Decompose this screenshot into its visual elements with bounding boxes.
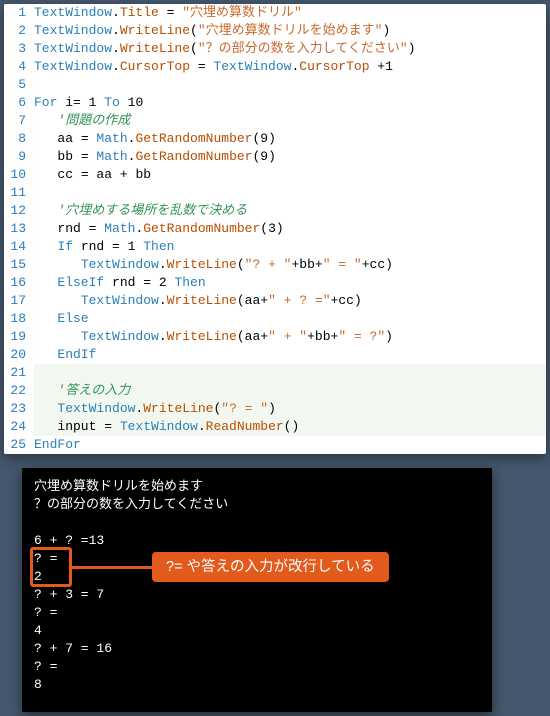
line-number: 16 <box>4 274 34 292</box>
highlight-box <box>30 547 72 587</box>
console-line: ? + 7 = 16 <box>34 640 480 658</box>
line-number: 20 <box>4 346 34 364</box>
code-line: 2TextWindow.WriteLine("穴埋め算数ドリルを始めます") <box>4 22 546 40</box>
console-output: 穴埋め算数ドリルを始めます？の部分の数を入力してください 6 + ? =13 ? … <box>22 468 492 712</box>
code-content: TextWindow.WriteLine(aa+" + "+bb+" = ?") <box>34 328 540 346</box>
line-number: 11 <box>4 184 34 202</box>
code-content: '問題の作成 <box>34 112 540 130</box>
line-number: 25 <box>4 436 34 454</box>
code-content: TextWindow.CursorTop = TextWindow.Cursor… <box>34 58 540 76</box>
code-line: 4TextWindow.CursorTop = TextWindow.Curso… <box>4 58 546 76</box>
line-number: 19 <box>4 328 34 346</box>
code-content: cc = aa + bb <box>34 166 540 184</box>
line-number: 10 <box>4 166 34 184</box>
console-line: ？の部分の数を入力してください <box>34 496 480 514</box>
code-content: rnd = Math.GetRandomNumber(3) <box>34 220 540 238</box>
line-number: 5 <box>4 76 34 94</box>
code-content: ElseIf rnd = 2 Then <box>34 274 540 292</box>
code-line: 18 Else <box>4 310 546 328</box>
line-number: 7 <box>4 112 34 130</box>
code-content: If rnd = 1 Then <box>34 238 540 256</box>
console-line: 8 <box>34 676 480 694</box>
code-line: 24 input = TextWindow.ReadNumber() <box>4 418 546 436</box>
code-line: 13 rnd = Math.GetRandomNumber(3) <box>4 220 546 238</box>
code-content: '穴埋めする場所を乱数で決める <box>34 202 540 220</box>
code-content: TextWindow.WriteLine("? = ") <box>34 400 540 418</box>
code-content: TextWindow.WriteLine("穴埋め算数ドリルを始めます") <box>34 22 540 40</box>
code-line: 25EndFor <box>4 436 546 454</box>
line-number: 8 <box>4 130 34 148</box>
code-content: aa = Math.GetRandomNumber(9) <box>34 130 540 148</box>
code-content: TextWindow.Title = "穴埋め算数ドリル" <box>34 4 540 22</box>
code-line: 17 TextWindow.WriteLine(aa+" + ? ="+cc) <box>4 292 546 310</box>
code-line: 23 TextWindow.WriteLine("? = ") <box>4 400 546 418</box>
code-content <box>34 184 540 202</box>
code-line: 15 TextWindow.WriteLine("? + "+bb+" = "+… <box>4 256 546 274</box>
code-line: 12 '穴埋めする場所を乱数で決める <box>4 202 546 220</box>
console-line: 6 + ? =13 <box>34 532 480 550</box>
line-number: 13 <box>4 220 34 238</box>
line-number: 12 <box>4 202 34 220</box>
line-number: 6 <box>4 94 34 112</box>
code-content: EndFor <box>34 436 540 454</box>
code-line: 1TextWindow.Title = "穴埋め算数ドリル" <box>4 4 546 22</box>
code-content: For i= 1 To 10 <box>34 94 540 112</box>
code-content: bb = Math.GetRandomNumber(9) <box>34 148 540 166</box>
line-number: 9 <box>4 148 34 166</box>
code-line: 10 cc = aa + bb <box>4 166 546 184</box>
code-content <box>34 364 540 382</box>
line-number: 3 <box>4 40 34 58</box>
code-line: 16 ElseIf rnd = 2 Then <box>4 274 546 292</box>
line-number: 14 <box>4 238 34 256</box>
code-content <box>34 76 540 94</box>
code-line: 21 <box>4 364 546 382</box>
callout-connector <box>72 566 152 569</box>
code-line: 7 '問題の作成 <box>4 112 546 130</box>
line-number: 22 <box>4 382 34 400</box>
code-editor: 1TextWindow.Title = "穴埋め算数ドリル"2TextWindo… <box>4 4 546 454</box>
console-line: ? = <box>34 658 480 676</box>
code-content: TextWindow.WriteLine("? + "+bb+" = "+cc) <box>34 256 540 274</box>
code-line: 22 '答えの入力 <box>4 382 546 400</box>
line-number: 2 <box>4 22 34 40</box>
line-number: 17 <box>4 292 34 310</box>
code-line: 20 EndIf <box>4 346 546 364</box>
line-number: 18 <box>4 310 34 328</box>
code-content: input = TextWindow.ReadNumber() <box>34 418 540 436</box>
line-number: 23 <box>4 400 34 418</box>
code-content: EndIf <box>34 346 540 364</box>
code-line: 11 <box>4 184 546 202</box>
code-line: 5 <box>4 76 546 94</box>
code-line: 9 bb = Math.GetRandomNumber(9) <box>4 148 546 166</box>
code-line: 3TextWindow.WriteLine("？の部分の数を入力してください") <box>4 40 546 58</box>
console-line: ? + 3 = 7 <box>34 586 480 604</box>
code-content: Else <box>34 310 540 328</box>
console-line: ? = <box>34 604 480 622</box>
line-number: 15 <box>4 256 34 274</box>
code-content: TextWindow.WriteLine("？の部分の数を入力してください") <box>34 40 540 58</box>
code-line: 19 TextWindow.WriteLine(aa+" + "+bb+" = … <box>4 328 546 346</box>
line-number: 24 <box>4 418 34 436</box>
code-content: TextWindow.WriteLine(aa+" + ? ="+cc) <box>34 292 540 310</box>
code-content: '答えの入力 <box>34 382 540 400</box>
console-line: 4 <box>34 622 480 640</box>
callout-label: ?= や答えの入力が改行している <box>152 552 389 582</box>
code-line: 8 aa = Math.GetRandomNumber(9) <box>4 130 546 148</box>
code-line: 14 If rnd = 1 Then <box>4 238 546 256</box>
console-line: 穴埋め算数ドリルを始めます <box>34 478 480 496</box>
console-line <box>34 514 480 532</box>
line-number: 1 <box>4 4 34 22</box>
code-line: 6For i= 1 To 10 <box>4 94 546 112</box>
line-number: 21 <box>4 364 34 382</box>
line-number: 4 <box>4 58 34 76</box>
